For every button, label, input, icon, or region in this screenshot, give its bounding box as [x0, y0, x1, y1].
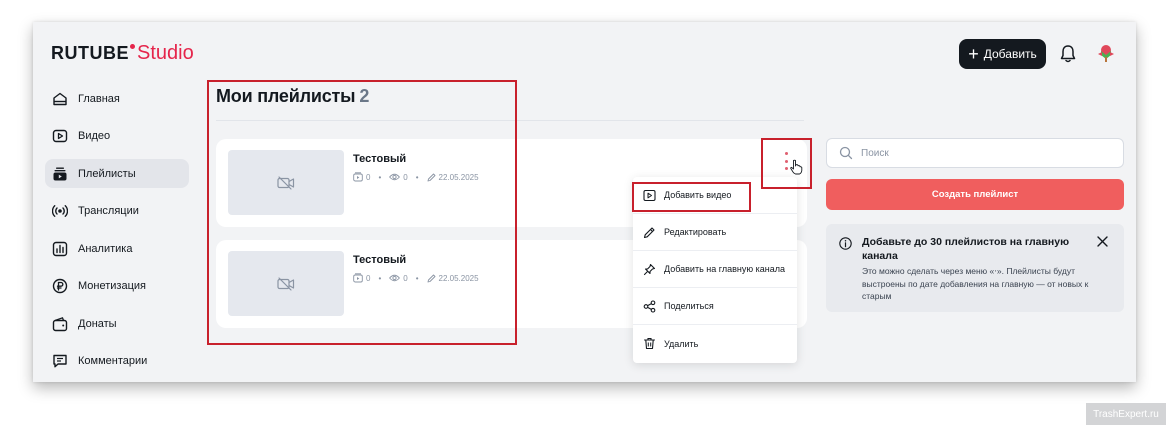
sidebar-item-donations[interactable]: Донаты	[45, 309, 189, 338]
pencil-icon	[427, 173, 435, 181]
view-count: 0	[403, 273, 408, 283]
pencil-icon	[643, 226, 655, 238]
view-count: 0	[403, 172, 408, 182]
playlist-thumbnail[interactable]	[228, 251, 344, 316]
sidebar-item-video[interactable]: Видео	[45, 122, 189, 151]
menu-item-pin-to-channel[interactable]: Добавить на главную канала	[633, 251, 797, 288]
logo-studio-text: Studio	[137, 42, 194, 64]
video-count: 0	[366, 172, 371, 182]
info-banner: Добавьте до 30 плейлистов на главную кан…	[826, 224, 1124, 312]
eye-icon	[389, 173, 401, 181]
pencil-icon	[427, 274, 435, 282]
home-icon	[53, 92, 67, 105]
menu-item-label: Поделиться	[664, 301, 714, 311]
broadcast-icon	[52, 205, 68, 217]
sidebar-item-analytics[interactable]: Аналитика	[45, 234, 189, 263]
page-title: Мои плейлисты 2	[216, 86, 369, 107]
video-off-icon	[277, 276, 295, 291]
playlist-title[interactable]: Тестовый	[353, 153, 406, 165]
info-title: Добавьте до 30 плейлистов на главную кан…	[862, 236, 1070, 262]
playlist-count: 2	[359, 86, 370, 106]
search-input[interactable]	[861, 147, 1101, 159]
studio-window: RUTUBE Studio + Добавить Главная Видео П…	[33, 22, 1136, 382]
add-video-icon	[643, 189, 656, 201]
sidebar-item-home[interactable]: Главная	[45, 84, 189, 113]
sidebar-item-label: Главная	[78, 92, 120, 105]
sidebar-item-comments[interactable]: Комментарии	[45, 347, 189, 376]
sidebar-item-broadcasts[interactable]: Трансляции	[45, 197, 189, 226]
sidebar-item-label: Трансляции	[78, 205, 139, 217]
add-button[interactable]: + Добавить	[959, 39, 1046, 69]
playlist-meta: 0 • 0 • 22.05.2025	[353, 273, 479, 283]
sidebar-item-label: Аналитика	[78, 242, 133, 255]
rutube-studio-logo[interactable]: RUTUBE Studio	[51, 42, 194, 66]
create-playlist-button[interactable]: Создать плейлист	[826, 179, 1124, 210]
meta-separator: •	[378, 273, 382, 283]
sidebar-item-playlists[interactable]: Плейлисты	[45, 159, 189, 188]
meta-separator: •	[415, 172, 419, 182]
menu-item-label: Удалить	[664, 338, 699, 349]
comment-icon	[53, 354, 67, 368]
kebab-dot	[784, 152, 788, 155]
kebab-dot	[784, 167, 788, 170]
wallet-icon	[52, 316, 68, 331]
menu-item-delete[interactable]: Удалить	[633, 325, 797, 362]
trash-icon	[643, 337, 656, 350]
sidebar-item-label: Монетизация	[78, 280, 146, 292]
playlist-meta: 0 • 0 • 22.05.2025	[353, 172, 479, 182]
playlist-date: 22.05.2025	[438, 273, 479, 283]
sidebar-item-label: Комментарии	[78, 355, 148, 367]
menu-item-edit[interactable]: Редактировать	[633, 214, 797, 251]
menu-item-add-video[interactable]: Добавить видео	[633, 177, 797, 214]
playlist-title[interactable]: Тестовый	[353, 254, 406, 266]
title-divider	[216, 120, 804, 121]
menu-item-label: Добавить видео	[664, 190, 732, 200]
logo-rutube-text: RUTUBE	[51, 43, 129, 63]
share-icon	[643, 299, 656, 313]
search-icon	[839, 146, 853, 160]
menu-item-share[interactable]: Поделиться	[633, 288, 797, 325]
add-button-label: Добавить	[983, 47, 1037, 61]
video-icon	[52, 129, 68, 143]
sidebar-item-label: Донаты	[78, 317, 117, 330]
close-icon[interactable]	[1097, 236, 1108, 247]
sidebar-item-monetization[interactable]: Монетизация	[45, 272, 189, 301]
info-text: Это можно сделать через меню «‧». Плейли…	[862, 266, 1089, 301]
info-icon	[839, 237, 852, 250]
playlist-context-menu: Добавить видео Редактировать Добавить на…	[633, 177, 797, 363]
video-count-icon	[353, 172, 363, 182]
menu-item-label: Добавить на главную канала	[664, 264, 785, 274]
sidebar-item-label: Видео	[78, 130, 111, 142]
watermark: TrashExpert.ru	[1086, 403, 1166, 425]
meta-separator: •	[415, 273, 419, 283]
sidebar: Главная Видео Плейлисты Трансляции Анали…	[45, 84, 189, 382]
menu-item-label: Редактировать	[664, 227, 727, 237]
hand-cursor-icon	[790, 159, 803, 175]
playlist-date: 22.05.2025	[438, 172, 479, 182]
analytics-icon	[52, 241, 68, 256]
ruble-icon	[52, 278, 68, 294]
bell-icon[interactable]	[1059, 44, 1077, 64]
logo-dot	[130, 44, 135, 49]
search-field[interactable]	[826, 138, 1124, 168]
avatar[interactable]	[1095, 42, 1117, 64]
video-count-icon	[353, 273, 363, 283]
playlist-thumbnail[interactable]	[228, 150, 344, 215]
meta-separator: •	[378, 172, 382, 182]
plus-icon: +	[968, 44, 979, 64]
page-title-text: Мои плейлисты	[216, 86, 356, 106]
eye-icon	[389, 274, 401, 282]
video-off-icon	[277, 175, 295, 190]
kebab-dot	[784, 159, 788, 163]
pin-icon	[643, 263, 656, 275]
sidebar-item-label: Плейлисты	[78, 167, 136, 180]
video-count: 0	[366, 273, 371, 283]
playlist-icon	[53, 167, 67, 180]
